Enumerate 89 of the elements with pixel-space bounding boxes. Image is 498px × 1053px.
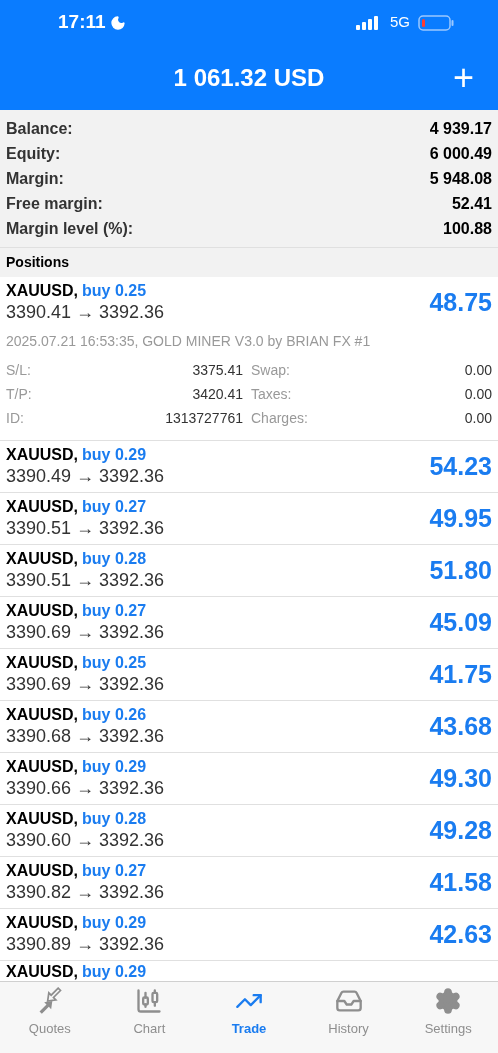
position-row[interactable]: XAUUSD, buy 0.27 3390.51 → 3392.36 49.95 (0, 493, 498, 545)
detail-value: 3375.41 (191, 360, 244, 380)
symbol-label: XAUUSD, (6, 498, 78, 516)
profit-value: 48.75 (429, 287, 492, 319)
symbol-label: XAUUSD, (6, 810, 78, 828)
profit-value: 54.23 (429, 451, 492, 483)
network-label: 5G (390, 12, 410, 33)
status-time: 17:11 (58, 10, 106, 35)
price-range: 3390.60 → 3392.36 (6, 829, 165, 852)
profit-value: 41.75 (429, 659, 492, 691)
candlestick-icon (135, 986, 164, 1015)
position-row[interactable]: XAUUSD, buy 0.25 3390.41 → 3392.36 48.75 2025.07.21 16:53:35, GOLD MINER V3.0 by BRIAN FX #1 S/L: 3375.41 Swap: 0.00 T/P: 3420.41 Taxes: 0.00 ID: 1313727761 Charges: 0.00 (0, 277, 498, 441)
order-type: buy 0.27 (82, 498, 147, 516)
price-range: 3390.49 → 3392.36 (6, 465, 165, 488)
detail-label: Charges: (250, 408, 309, 428)
order-type: buy 0.29 (82, 446, 147, 464)
tab-item[interactable]: Trade (199, 982, 299, 1043)
price-range: 3390.89 → 3392.36 (6, 933, 165, 956)
detail-label: Taxes: (250, 384, 293, 404)
summary-value: 52.41 (451, 193, 492, 214)
order-type: buy 0.27 (82, 862, 147, 880)
order-type: buy 0.29 (82, 758, 147, 776)
profit-value: 49.28 (429, 815, 492, 847)
position-row[interactable]: XAUUSD, buy 0.25 3390.69 → 3392.36 41.75 (0, 649, 498, 701)
price-range: 3390.82 → 3392.36 (6, 881, 165, 904)
symbol-label: XAUUSD, (6, 706, 78, 724)
order-type: buy 0.26 (82, 706, 147, 724)
position-row[interactable]: XAUUSD, buy 0.28 3390.60 → 3392.36 49.28 (0, 805, 498, 857)
position-row[interactable]: XAUUSD, buy 0.27 3390.69 → 3392.36 45.09 (0, 597, 498, 649)
symbol-label: XAUUSD, (6, 914, 78, 932)
summary-value: 4 939.17 (429, 118, 492, 139)
detail-label: T/P: (6, 384, 33, 404)
summary-value: 5 948.08 (429, 168, 492, 189)
price-range: 3390.51 → 3392.36 (6, 517, 165, 540)
position-row[interactable]: XAUUSD, buy 0.26 3390.68 → 3392.36 43.68 (0, 701, 498, 753)
position-row[interactable]: XAUUSD, buy 0.29 3390.49 → 3392.36 54.23 (0, 441, 498, 493)
detail-value: 3420.41 (191, 384, 244, 404)
order-type: buy 0.28 (82, 810, 147, 828)
position-row[interactable]: XAUUSD, buy 0.29 3390.66 → 3392.36 49.30 (0, 753, 498, 805)
price-range: 3390.51 → 3392.36 (6, 569, 165, 592)
profit-value: 43.68 (429, 711, 492, 743)
price-range: 3390.69 → 3392.36 (6, 673, 165, 696)
symbol-label: XAUUSD, (6, 446, 78, 464)
position-row[interactable]: XAUUSD, buy 0.29 3390.89 → 3392.36 42.63 (0, 909, 498, 961)
moon-icon (109, 14, 126, 31)
profit-value: 45.09 (429, 607, 492, 639)
summary-label: Margin: (6, 168, 64, 189)
profit-value: 49.95 (429, 503, 492, 535)
summary-value: 100.88 (443, 218, 492, 239)
detail-label: S/L: (6, 360, 32, 380)
symbol-label: XAUUSD, (6, 282, 78, 300)
order-type: buy 0.27 (82, 602, 147, 620)
profit-value: 51.80 (429, 555, 492, 587)
symbol-label: XAUUSD, (6, 654, 78, 672)
detail-label: Swap: (250, 360, 291, 380)
detail-value: 1313727761 (164, 408, 244, 428)
summary-value: 6 000.49 (429, 143, 492, 164)
order-type: buy 0.29 (82, 963, 147, 981)
summary-label: Balance: (6, 118, 73, 139)
order-type: buy 0.25 (82, 654, 147, 672)
section-title: Positions (6, 253, 69, 272)
price-range: 3390.69 → 3392.36 (6, 621, 165, 644)
detail-value: 0.00 (463, 408, 492, 428)
symbol-label: XAUUSD, (6, 602, 78, 620)
symbol-label: XAUUSD, (6, 862, 78, 880)
summary-label: Equity: (6, 143, 61, 164)
profit-value: 49.30 (429, 763, 492, 795)
position-comment: 2025.07.21 16:53:35, GOLD MINER V3.0 by BRIAN FX #1 (6, 332, 372, 351)
position-row[interactable]: XAUUSD, buy 0.28 3390.51 → 3392.36 51.80 (0, 545, 498, 597)
add-button[interactable]: + (452, 59, 474, 96)
symbol-label: XAUUSD, (6, 550, 78, 568)
detail-label: ID: (6, 408, 25, 428)
order-type: buy 0.25 (82, 282, 147, 300)
position-row[interactable]: XAUUSD, buy 0.27 3390.82 → 3392.36 41.58 (0, 857, 498, 909)
detail-value: 0.00 (463, 360, 492, 380)
detail-value: 0.00 (463, 384, 492, 404)
price-range: 3390.68 → 3392.36 (6, 725, 165, 748)
symbol-label: XAUUSD, (6, 758, 78, 776)
profit-value: 42.63 (429, 919, 492, 951)
equity-title: 1 061.32 USD (173, 62, 325, 93)
symbol-label: XAUUSD, (6, 963, 78, 981)
order-type: buy 0.29 (82, 914, 147, 932)
summary-label: Margin level (%): (6, 218, 134, 239)
price-range: 3390.66 → 3392.36 (6, 777, 165, 800)
battery-icon (418, 14, 454, 31)
profit-value: 41.58 (429, 867, 492, 899)
price-range: 3390.41 → 3392.36 (6, 301, 165, 324)
order-type: buy 0.28 (82, 550, 147, 568)
summary-label: Free margin: (6, 193, 103, 214)
